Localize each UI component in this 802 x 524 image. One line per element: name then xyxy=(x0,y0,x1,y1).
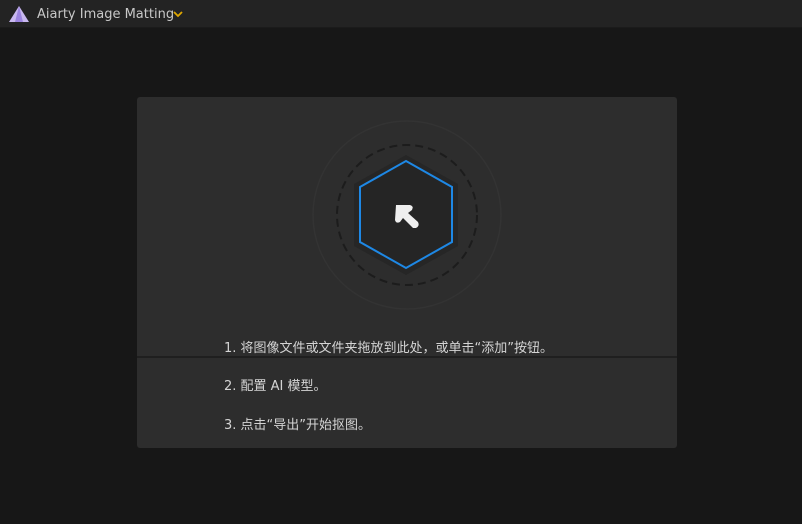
aiarty-logo-icon xyxy=(9,6,29,22)
instruction-step-1: 1. 将图像文件或文件夹拖放到此处，或单击“添加”按钮。 xyxy=(224,341,554,356)
chevron-down-icon[interactable] xyxy=(172,9,184,19)
upload-arrow-icon[interactable] xyxy=(300,110,520,320)
instruction-step-2: 2. 配置 AI 模型。 xyxy=(224,379,327,394)
app-title: Aiarty Image Matting xyxy=(37,7,175,22)
divider xyxy=(137,356,677,358)
instruction-step-3: 3. 点击“导出”开始抠图。 xyxy=(224,418,372,433)
title-bar: Aiarty Image Matting xyxy=(0,0,802,28)
